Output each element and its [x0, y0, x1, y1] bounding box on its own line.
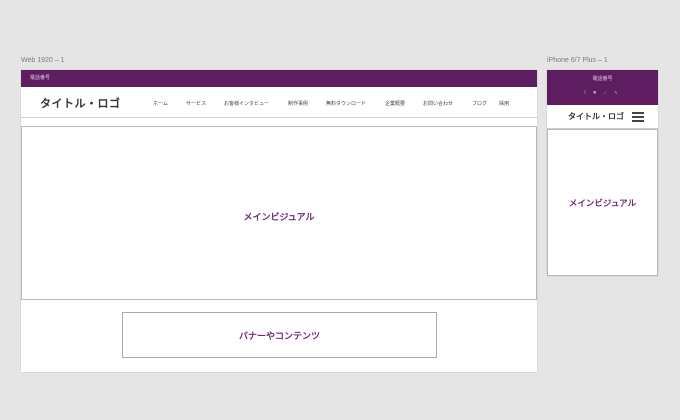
web-topbar: 電話番号 — [21, 70, 537, 87]
mobile-artboard: 電話番号 f ♥ ✓ ✎ タイトル・ロゴ メインビジュアル — [547, 70, 658, 276]
mobile-main-visual[interactable]: メインビジュアル — [547, 129, 658, 276]
mobile-social-icons[interactable]: f ♥ ✓ ✎ — [547, 90, 658, 95]
mobile-main-visual-label: メインビジュアル — [568, 199, 637, 209]
web-artboard: 電話番号 タイトル・ロゴ ホーム サービス お客様インタビュー 制作事例 無料ダ… — [21, 70, 537, 372]
nav-item-works[interactable]: 制作事例 — [288, 100, 308, 107]
mobile-header: タイトル・ロゴ — [547, 105, 658, 129]
mobile-topbar: 電話番号 f ♥ ✓ ✎ — [547, 70, 658, 105]
nav-item-blog[interactable]: ブログ — [472, 100, 487, 107]
web-artboard-label: Web 1920 – 1 — [21, 57, 65, 64]
hamburger-menu-icon[interactable] — [632, 112, 644, 122]
nav-item-interview[interactable]: お客様インタビュー — [224, 100, 269, 107]
web-main-visual[interactable]: メインビジュアル — [21, 126, 537, 300]
web-phone-number[interactable]: 電話番号 — [30, 74, 50, 81]
mobile-artboard-label: iPhone 6/7 Plus – 1 — [547, 57, 608, 64]
mobile-logo[interactable]: タイトル・ロゴ — [568, 111, 624, 122]
nav-item-home[interactable]: ホーム — [153, 100, 168, 107]
mobile-phone-number[interactable]: 電話番号 — [547, 75, 658, 82]
nav-item-recruit[interactable]: 採用 — [499, 100, 509, 107]
nav-item-download[interactable]: 無料ダウンロード — [326, 100, 366, 107]
nav-item-contact[interactable]: お問い合わせ — [423, 100, 453, 107]
nav-item-company[interactable]: 企業概要 — [385, 100, 405, 107]
web-banner[interactable]: バナーやコンテンツ — [122, 312, 437, 358]
web-global-nav: ホーム サービス お客様インタビュー 制作事例 無料ダウンロード 企業概要 お問… — [21, 100, 537, 108]
nav-item-service[interactable]: サービス — [186, 100, 206, 107]
web-banner-label: バナーやコンテンツ — [238, 332, 320, 342]
web-header: タイトル・ロゴ ホーム サービス お客様インタビュー 制作事例 無料ダウンロード… — [21, 87, 537, 118]
web-main-visual-label: メインビジュアル — [243, 213, 315, 223]
